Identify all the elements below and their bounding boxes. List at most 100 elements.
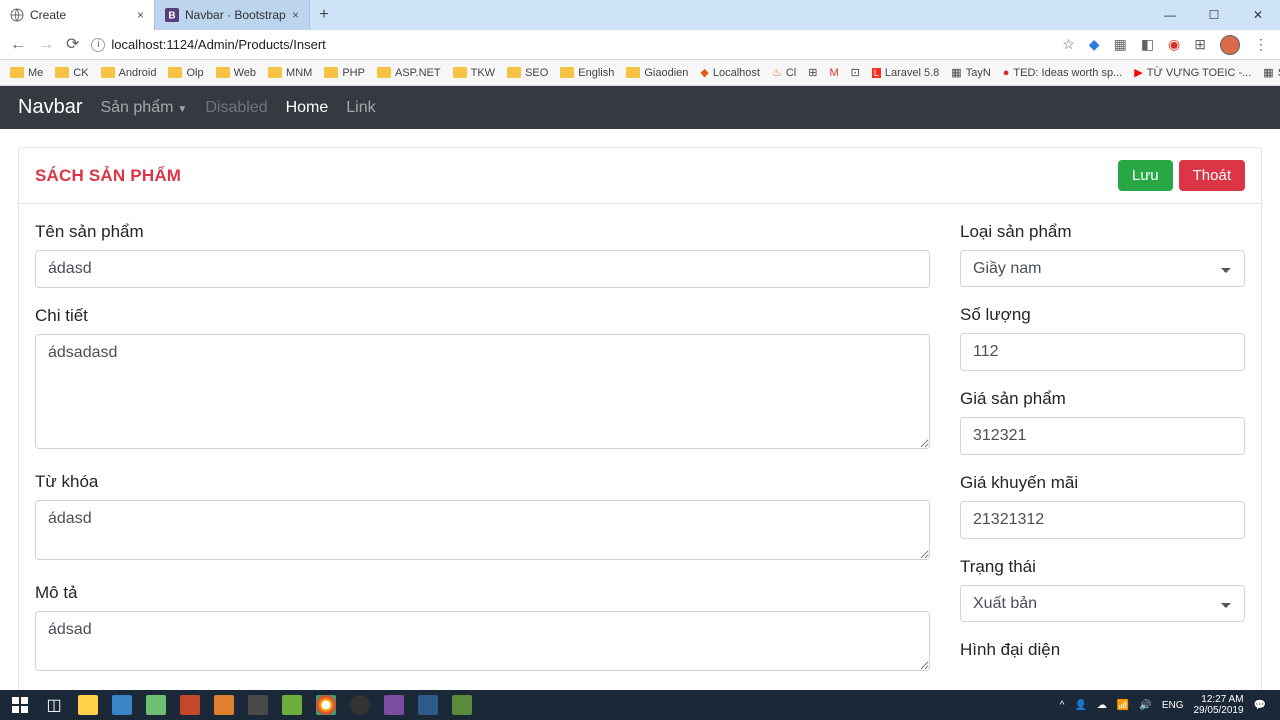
star-icon[interactable]: ☆ — [1062, 36, 1075, 53]
promo-input[interactable] — [960, 501, 1245, 539]
bookmark[interactable]: ●TED: Ideas worth sp... — [999, 67, 1126, 79]
start-button[interactable] — [4, 690, 36, 720]
taskbar-app[interactable] — [140, 690, 172, 720]
taskbar-app[interactable] — [378, 690, 410, 720]
bookmark[interactable]: ⊡ — [847, 66, 864, 79]
price-input[interactable] — [960, 417, 1245, 455]
bookmark[interactable]: ▶TỪ VỰNG TOEIC -... — [1130, 66, 1255, 79]
chevron-down-icon: ▼ — [177, 104, 187, 115]
bookmark[interactable]: LLaravel 5.8 — [868, 67, 943, 79]
bookmark[interactable]: SEO — [503, 67, 552, 79]
name-label: Tên sản phẩm — [35, 222, 930, 242]
address-bar[interactable]: i localhost:1124/Admin/Products/Insert — [91, 37, 1054, 52]
navbar-brand[interactable]: Navbar — [18, 96, 82, 119]
close-button[interactable]: ✕ — [1236, 0, 1280, 30]
tab-create[interactable]: Create × — [0, 0, 155, 30]
category-select[interactable]: Giầy nam — [960, 250, 1245, 287]
bookmark[interactable]: ◆Localhost — [696, 66, 764, 79]
language-indicator[interactable]: ENG — [1162, 700, 1184, 711]
exit-button[interactable]: Thoát — [1179, 160, 1245, 191]
keyword-textarea[interactable]: ádasd — [35, 500, 930, 560]
category-label: Loại sản phẩm — [960, 222, 1245, 242]
bookmark[interactable]: ▦Siddharth Panchal's... — [1259, 66, 1280, 79]
bookmark[interactable]: M — [825, 67, 842, 79]
bookmark[interactable]: CK — [51, 67, 92, 79]
taskbar-app[interactable] — [106, 690, 138, 720]
ext-icon[interactable]: ◉ — [1168, 36, 1180, 53]
volume-icon[interactable]: 🔊 — [1139, 700, 1151, 711]
globe-icon — [10, 8, 24, 22]
detail-textarea[interactable]: ádsadasd — [35, 334, 930, 449]
close-icon[interactable]: × — [137, 8, 144, 22]
bookmark[interactable]: English — [556, 67, 618, 79]
svg-text:B: B — [168, 11, 175, 22]
bookmark[interactable]: Web — [212, 67, 260, 79]
window-controls: ― ☐ ✕ — [1148, 0, 1280, 30]
taskbar-app[interactable] — [174, 690, 206, 720]
bookmarks-bar: Me CK Android Olp Web MNM PHP ASP.NET TK… — [0, 60, 1280, 86]
profile-avatar[interactable] — [1220, 35, 1240, 55]
bookmark[interactable]: ⊞ — [804, 66, 821, 79]
system-tray: ^ 👤 ☁ 📶 🔊 ENG 12:27 AM 29/05/2019 💬 — [1060, 694, 1276, 716]
taskview-button[interactable]: ◫ — [38, 690, 70, 720]
url-text: localhost:1124/Admin/Products/Insert — [111, 37, 325, 52]
bookmark[interactable]: Me — [6, 67, 47, 79]
site-info-icon[interactable]: i — [91, 38, 105, 52]
bookmark[interactable]: MNM — [264, 67, 316, 79]
nav-item-disabled: Disabled — [205, 99, 267, 117]
taskbar-app[interactable] — [242, 690, 274, 720]
ext-icon[interactable]: ▦ — [1114, 36, 1127, 53]
bookmark[interactable]: PHP — [320, 67, 369, 79]
bookmark[interactable]: ♨Cl — [768, 66, 800, 79]
image-label: Hình đại diện — [960, 640, 1245, 660]
bookmark[interactable]: ▦TayN — [947, 66, 994, 79]
desc-label: Mô tả — [35, 583, 930, 603]
bookmark[interactable]: Android — [97, 67, 161, 79]
desc-textarea[interactable]: ádsad — [35, 611, 930, 671]
nav-item-products[interactable]: Sản phẩm▼ — [100, 99, 187, 117]
taskbar-app[interactable] — [310, 690, 342, 720]
notifications-icon[interactable]: 💬 — [1254, 700, 1266, 711]
cloud-icon[interactable]: ☁ — [1097, 700, 1107, 711]
wifi-icon[interactable]: 📶 — [1117, 700, 1129, 711]
tray-expand-icon[interactable]: ^ — [1060, 700, 1065, 711]
nav-item-link[interactable]: Link — [346, 99, 375, 117]
taskbar-app[interactable] — [208, 690, 240, 720]
taskbar-app[interactable] — [446, 690, 478, 720]
status-label: Trạng thái — [960, 557, 1245, 577]
close-icon[interactable]: × — [292, 8, 299, 22]
minimize-button[interactable]: ― — [1148, 0, 1192, 30]
qty-input[interactable] — [960, 333, 1245, 371]
menu-icon[interactable]: ⋮ — [1254, 36, 1268, 53]
bookmark[interactable]: ASP.NET — [373, 67, 445, 79]
qty-label: Số lượng — [960, 305, 1245, 325]
ext-icon[interactable]: ⊞ — [1194, 36, 1206, 53]
bookmark[interactable]: Giaodien — [622, 67, 692, 79]
tab-title: Create — [30, 8, 131, 22]
bookmark[interactable]: TKW — [449, 67, 499, 79]
maximize-button[interactable]: ☐ — [1192, 0, 1236, 30]
browser-toolbar: ← → ⟳ i localhost:1124/Admin/Products/In… — [0, 30, 1280, 60]
bookmark[interactable]: Olp — [164, 67, 207, 79]
taskbar-app[interactable] — [344, 690, 376, 720]
nav-item-home[interactable]: Home — [286, 99, 329, 117]
taskbar-app[interactable] — [412, 690, 444, 720]
windows-taskbar: ◫ ^ 👤 ☁ 📶 🔊 ENG 12:27 AM 29/05/2019 💬 — [0, 690, 1280, 720]
detail-label: Chi tiết — [35, 306, 930, 326]
ext-icon[interactable]: ◧ — [1141, 36, 1154, 53]
taskbar-app[interactable] — [276, 690, 308, 720]
clock[interactable]: 12:27 AM 29/05/2019 — [1193, 694, 1243, 716]
card-header: SÁCH SẢN PHẨM Lưu Thoát — [19, 148, 1261, 204]
name-input[interactable] — [35, 250, 930, 288]
new-tab-button[interactable]: + — [310, 0, 338, 30]
tab-bootstrap[interactable]: B Navbar · Bootstrap × — [155, 0, 310, 30]
status-select[interactable]: Xuất bản — [960, 585, 1245, 622]
page-viewport: Navbar Sản phẩm▼ Disabled Home Link SÁCH… — [0, 86, 1280, 690]
people-icon[interactable]: 👤 — [1074, 700, 1086, 711]
save-button[interactable]: Lưu — [1118, 160, 1173, 191]
forward-button[interactable]: → — [38, 37, 54, 53]
reload-button[interactable]: ⟳ — [66, 37, 79, 53]
taskbar-app[interactable] — [72, 690, 104, 720]
ext-icon[interactable]: ◆ — [1089, 36, 1100, 53]
back-button[interactable]: ← — [10, 37, 26, 53]
